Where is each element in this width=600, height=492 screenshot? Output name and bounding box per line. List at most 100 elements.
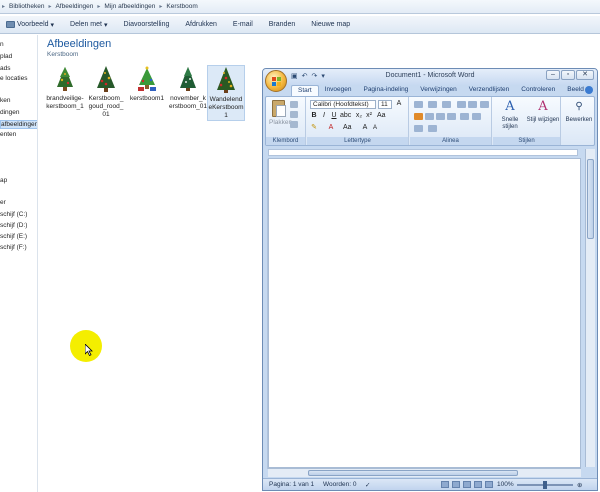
font-color-icon[interactable]: A bbox=[327, 124, 335, 132]
nav-item[interactable]: ken bbox=[0, 97, 10, 104]
word-titlebar[interactable]: ▣ ↶ ↷ ▾ Document1 - Microsoft Word – ▫ ✕ bbox=[263, 69, 597, 85]
address-bar[interactable]: ▸ Bibliotheken ▸ Afbeeldingen ▸ Mijn afb… bbox=[0, 0, 600, 14]
nav-item-drive[interactable]: schijf (D:) bbox=[0, 222, 27, 229]
breadcrumb-item[interactable]: Kerstboom bbox=[166, 3, 197, 10]
highlight-icon[interactable]: ✎ bbox=[310, 124, 318, 132]
preview-button[interactable]: Voorbeeld ▾ bbox=[6, 21, 54, 29]
quick-styles-label[interactable]: Snelle stijlen bbox=[494, 117, 526, 131]
decrease-indent-icon[interactable] bbox=[457, 101, 466, 108]
shading-icon[interactable] bbox=[414, 125, 423, 132]
nav-item-drive[interactable]: schijf (E:) bbox=[0, 233, 27, 240]
web-layout-view-icon[interactable] bbox=[463, 481, 471, 488]
slideshow-button[interactable]: Diavoorstelling bbox=[123, 21, 169, 28]
close-button[interactable]: ✕ bbox=[576, 70, 594, 80]
file-item[interactable]: november_kerstboom_01 bbox=[169, 65, 207, 111]
font-size-dropdown[interactable]: 11 bbox=[378, 100, 392, 109]
proofing-icon[interactable]: ✓ bbox=[365, 481, 370, 489]
nav-item[interactable]: ads bbox=[0, 65, 10, 72]
tab-verzendlijsten[interactable]: Verzendlijsten bbox=[463, 85, 515, 96]
office-button[interactable] bbox=[265, 70, 287, 92]
vertical-scrollbar[interactable] bbox=[585, 149, 595, 467]
minimize-button[interactable]: – bbox=[546, 70, 560, 80]
zoom-slider-knob[interactable] bbox=[543, 481, 547, 489]
nav-item[interactable]: er bbox=[0, 199, 6, 206]
change-styles-label[interactable]: Stijl wijzigen bbox=[526, 117, 560, 124]
format-painter-icon[interactable] bbox=[290, 121, 298, 128]
show-marks-icon[interactable] bbox=[480, 101, 489, 108]
breadcrumb-item[interactable]: Afbeeldingen bbox=[55, 3, 93, 10]
strikethrough-icon[interactable]: abc bbox=[340, 112, 351, 120]
clear-format-icon[interactable]: Aa bbox=[377, 112, 386, 120]
file-item-selected[interactable]: WandelendeKerstboom1 bbox=[207, 65, 245, 121]
print-button[interactable]: Afdrukken bbox=[185, 21, 217, 28]
increase-indent-icon[interactable] bbox=[468, 101, 477, 108]
grow-font-size-icon[interactable]: A bbox=[361, 124, 369, 132]
sort-icon[interactable] bbox=[472, 113, 481, 120]
file-item[interactable]: kerstboom1 bbox=[128, 65, 166, 103]
zoom-level[interactable]: 100% bbox=[497, 481, 514, 488]
font-name-dropdown[interactable]: Calibri (Hoofdtekst) bbox=[310, 100, 376, 109]
scrollbar-thumb[interactable] bbox=[587, 159, 594, 239]
word-count[interactable]: Woorden: 0 bbox=[323, 481, 356, 488]
tab-invoegen[interactable]: Invoegen bbox=[319, 85, 358, 96]
horizontal-ruler[interactable] bbox=[268, 149, 578, 156]
multilevel-list-icon[interactable] bbox=[442, 101, 451, 108]
align-right-icon[interactable] bbox=[436, 113, 445, 120]
nav-item-drive[interactable]: schijf (F:) bbox=[0, 244, 27, 251]
shrink-font-size-icon[interactable]: A bbox=[371, 124, 379, 132]
nav-item[interactable]: plad bbox=[0, 53, 12, 60]
nav-item[interactable]: e locaties bbox=[0, 75, 27, 82]
share-with-button[interactable]: Delen met ▾ bbox=[70, 21, 107, 29]
scrollbar-thumb[interactable] bbox=[308, 470, 518, 476]
outline-view-icon[interactable] bbox=[474, 481, 482, 488]
bullets-icon[interactable] bbox=[414, 101, 423, 108]
copy-icon[interactable] bbox=[290, 111, 298, 118]
help-icon[interactable] bbox=[585, 86, 593, 94]
breadcrumb-item[interactable]: Mijn afbeeldingen bbox=[104, 3, 155, 10]
paste-icon[interactable] bbox=[272, 100, 286, 117]
draft-view-icon[interactable] bbox=[485, 481, 493, 488]
tab-controleren[interactable]: Controleren bbox=[515, 85, 561, 96]
underline-icon[interactable]: U bbox=[330, 112, 338, 120]
breadcrumb-item[interactable]: Bibliotheken bbox=[9, 3, 44, 10]
maximize-button[interactable]: ▫ bbox=[561, 70, 575, 80]
horizontal-scrollbar[interactable] bbox=[268, 468, 581, 477]
print-layout-view-icon[interactable] bbox=[441, 481, 449, 488]
email-button[interactable]: E-mail bbox=[233, 21, 253, 28]
tab-pagina-indeling[interactable]: Pagina-indeling bbox=[357, 85, 414, 96]
nav-item[interactable]: n bbox=[0, 41, 4, 48]
quick-styles-icon[interactable]: A bbox=[502, 100, 518, 114]
tab-verwijzingen[interactable]: Verwijzingen bbox=[414, 85, 463, 96]
justify-icon[interactable] bbox=[447, 113, 456, 120]
grow-font-icon[interactable]: A bbox=[395, 100, 403, 108]
change-case-icon[interactable]: Aa bbox=[343, 124, 352, 132]
file-item[interactable]: brandveilige-kerstboom_1 bbox=[46, 65, 84, 111]
change-styles-icon[interactable]: A bbox=[535, 100, 551, 114]
cut-icon[interactable] bbox=[290, 101, 298, 108]
nav-item[interactable]: dingen bbox=[0, 109, 20, 116]
document-page[interactable] bbox=[268, 158, 581, 468]
italic-icon[interactable]: I bbox=[320, 112, 328, 120]
align-left-icon[interactable] bbox=[414, 113, 423, 120]
nav-item-selected[interactable]: afbeeldingen bbox=[0, 120, 37, 129]
line-spacing-icon[interactable] bbox=[460, 113, 469, 120]
full-screen-view-icon[interactable] bbox=[452, 481, 460, 488]
bold-icon[interactable]: B bbox=[310, 112, 318, 120]
file-item[interactable]: Kerstboom_goud_rood_01 bbox=[87, 65, 125, 119]
new-folder-button[interactable]: Nieuwe map bbox=[311, 21, 350, 28]
numbering-icon[interactable] bbox=[428, 101, 437, 108]
nav-item-drive[interactable]: schijf (C:) bbox=[0, 211, 27, 218]
subscript-icon[interactable]: x₂ bbox=[355, 112, 363, 120]
align-center-icon[interactable] bbox=[425, 113, 434, 120]
tab-start[interactable]: Start bbox=[291, 85, 319, 96]
zoom-in-icon[interactable]: ⊕ bbox=[577, 481, 582, 489]
editing-label[interactable]: Bewerken bbox=[562, 117, 596, 124]
superscript-icon[interactable]: x² bbox=[365, 112, 373, 120]
borders-icon[interactable] bbox=[428, 125, 437, 132]
burn-button[interactable]: Branden bbox=[269, 21, 295, 28]
nav-item[interactable]: ap bbox=[0, 177, 7, 184]
page-count[interactable]: Pagina: 1 van 1 bbox=[269, 481, 314, 488]
binoculars-icon[interactable]: ⚲ bbox=[571, 100, 587, 114]
nav-item[interactable]: enten bbox=[0, 131, 16, 138]
breadcrumb-arrow-icon: ▸ bbox=[159, 4, 163, 10]
